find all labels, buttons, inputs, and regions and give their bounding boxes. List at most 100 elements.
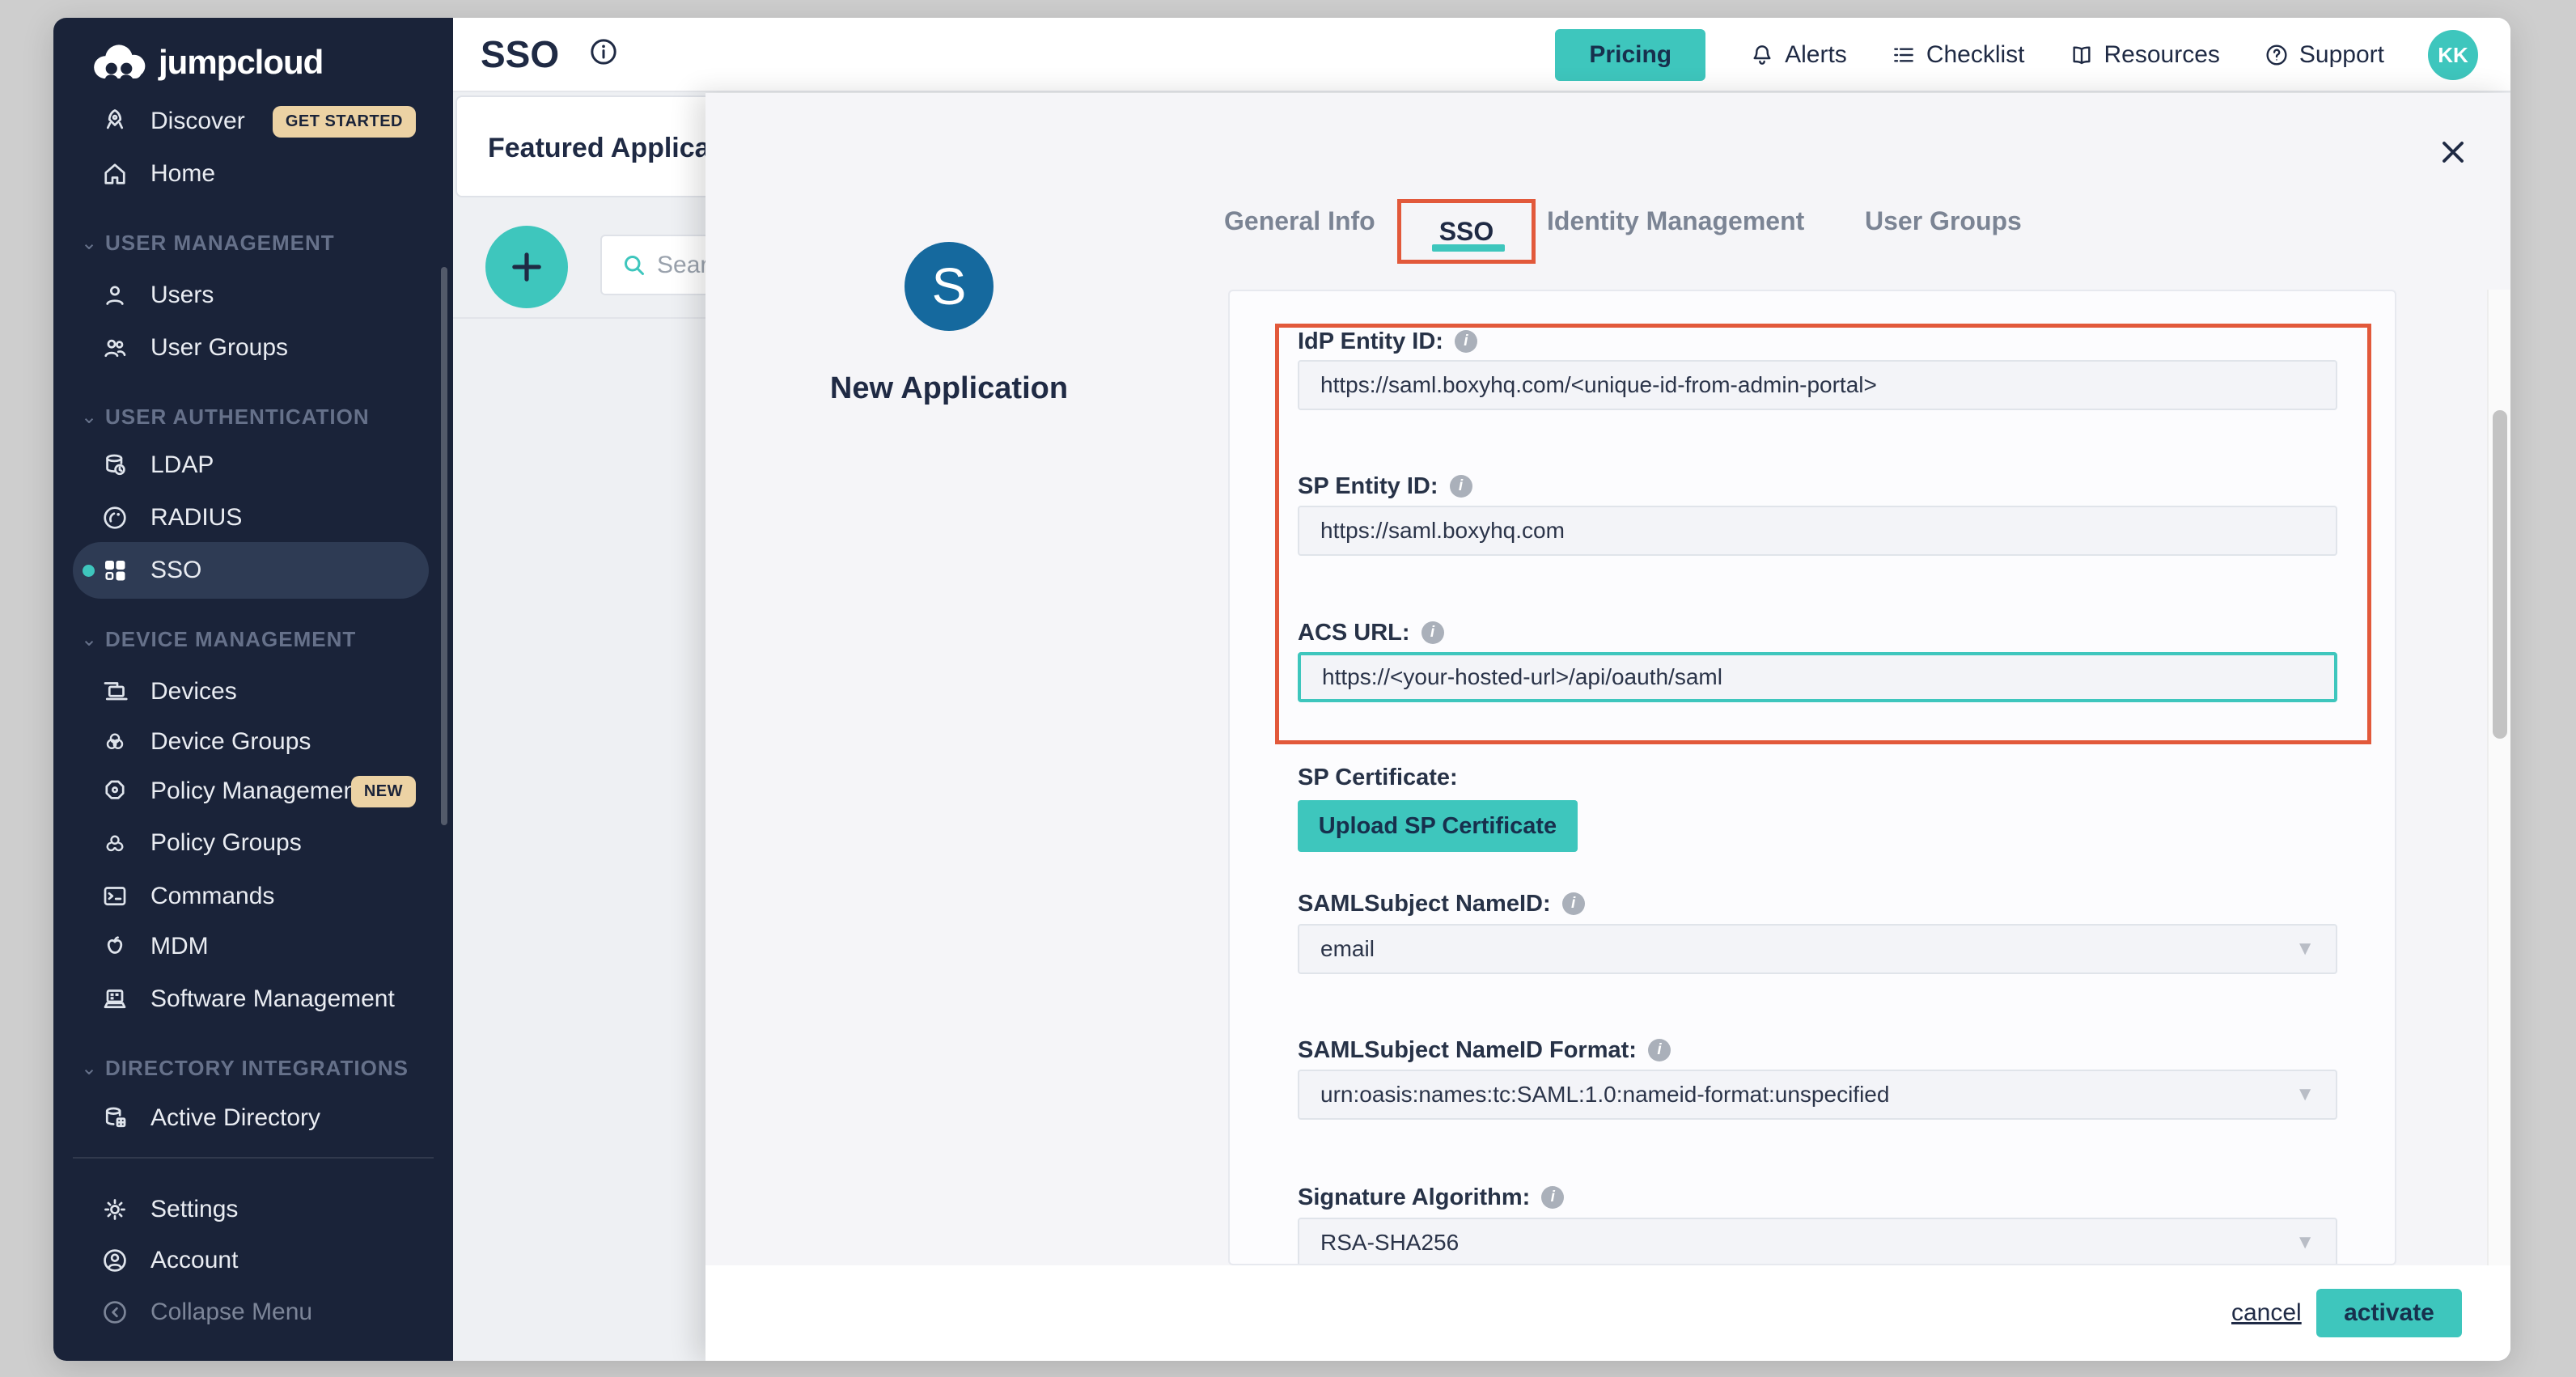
sidebar-item-label: SSO bbox=[150, 557, 201, 584]
idp-entity-id-input[interactable] bbox=[1298, 360, 2337, 410]
chevron-down-icon: ⌄ bbox=[81, 1057, 97, 1080]
top-header: SSO Pricing Alerts bbox=[453, 18, 2510, 92]
sidebar-item-label: Active Directory bbox=[150, 1104, 320, 1132]
sidebar-item-label: User Groups bbox=[150, 334, 288, 362]
tab-general-info[interactable]: General Info bbox=[1224, 206, 1375, 236]
sidebar-item-sso[interactable]: SSO bbox=[53, 544, 453, 596]
alerts-link[interactable]: Alerts bbox=[1749, 41, 1847, 69]
sidebar-section-user-authentication[interactable]: ⌄ USER AUTHENTICATION bbox=[53, 397, 453, 436]
sidebar-item-mdm[interactable]: MDM bbox=[53, 921, 453, 972]
nameid-format-select[interactable]: urn:oasis:names:tc:SAML:1.0:nameid-forma… bbox=[1298, 1070, 2337, 1120]
sidebar-scrollbar[interactable] bbox=[441, 267, 447, 825]
dropdown-caret-icon: ▼ bbox=[2295, 938, 2315, 960]
sso-tab-annotation-box: SSO bbox=[1397, 199, 1536, 264]
sidebar-item-collapse-menu[interactable]: Collapse Menu bbox=[53, 1286, 453, 1338]
sidebar-item-label: Collapse Menu bbox=[150, 1299, 312, 1326]
sidebar-item-label: RADIUS bbox=[150, 504, 242, 532]
sidebar-item-home[interactable]: Home bbox=[53, 148, 453, 200]
tab-user-groups[interactable]: User Groups bbox=[1865, 206, 2022, 236]
info-icon[interactable]: i bbox=[1421, 621, 1444, 644]
sidebar-item-label: MDM bbox=[150, 933, 209, 960]
active-directory-icon bbox=[100, 1104, 129, 1133]
policy-octagon-icon bbox=[100, 777, 129, 806]
info-icon[interactable]: i bbox=[1541, 1186, 1564, 1209]
sidebar-item-settings[interactable]: Settings bbox=[53, 1184, 453, 1235]
sidebar-item-user-groups[interactable]: User Groups bbox=[53, 322, 453, 374]
cancel-link[interactable]: cancel bbox=[2231, 1299, 2302, 1327]
close-icon[interactable] bbox=[2432, 131, 2474, 173]
sidebar-item-discover[interactable]: Discover GET STARTED bbox=[53, 95, 453, 147]
sidebar-item-label: Software Management bbox=[150, 985, 395, 1013]
sidebar-section-directory-integrations[interactable]: ⌄ DIRECTORY INTEGRATIONS bbox=[53, 1049, 453, 1087]
cloud-logo-icon bbox=[89, 42, 149, 83]
book-icon bbox=[2069, 42, 2095, 68]
user-icon bbox=[100, 281, 129, 310]
sidebar-item-label: LDAP bbox=[150, 451, 214, 479]
checklist-icon bbox=[1891, 42, 1917, 68]
modal-scrollbar-track[interactable] bbox=[2487, 290, 2510, 1265]
new-badge: NEW bbox=[351, 776, 416, 807]
tab-sso[interactable]: SSO bbox=[1439, 217, 1494, 247]
sidebar-item-devices[interactable]: Devices bbox=[53, 666, 453, 718]
acs-url-input[interactable] bbox=[1298, 652, 2337, 702]
apple-icon bbox=[100, 932, 129, 961]
sso-grid-icon bbox=[100, 556, 129, 585]
bell-icon bbox=[1749, 42, 1775, 68]
support-link[interactable]: Support bbox=[2264, 41, 2384, 69]
app-window: jumpcloud Discover GET STARTED Home ⌄ US… bbox=[53, 18, 2510, 1361]
sidebar-item-label: Account bbox=[150, 1247, 238, 1274]
devices-icon bbox=[100, 677, 129, 706]
resources-link[interactable]: Resources bbox=[2069, 41, 2220, 69]
policy-groups-icon bbox=[100, 828, 129, 858]
header-actions: Pricing Alerts Checklist bbox=[1555, 18, 2478, 92]
add-application-button[interactable] bbox=[485, 226, 568, 308]
tab-identity-management[interactable]: Identity Management bbox=[1547, 206, 1804, 236]
radius-icon bbox=[100, 503, 129, 532]
sidebar-section-device-management[interactable]: ⌄ DEVICE MANAGEMENT bbox=[53, 620, 453, 659]
sidebar-item-users[interactable]: Users bbox=[53, 269, 453, 321]
sp-entity-id-label-row: SP Entity ID: i bbox=[1298, 468, 1472, 504]
sidebar-item-ldap[interactable]: LDAP bbox=[53, 439, 453, 491]
toolbar-divider bbox=[453, 317, 710, 319]
info-icon[interactable]: i bbox=[1450, 475, 1472, 498]
sidebar-item-commands[interactable]: Commands bbox=[53, 871, 453, 922]
info-icon[interactable]: i bbox=[1455, 330, 1477, 353]
nameid-select[interactable]: email ▼ bbox=[1298, 924, 2337, 974]
new-application-modal: S New Application General Info SSO Ident… bbox=[705, 93, 2510, 1361]
signature-algorithm-label-row: Signature Algorithm: i bbox=[1298, 1180, 1564, 1215]
pricing-button[interactable]: Pricing bbox=[1555, 29, 1705, 81]
checklist-link[interactable]: Checklist bbox=[1891, 41, 2025, 69]
activate-button[interactable]: activate bbox=[2316, 1289, 2462, 1337]
signature-algorithm-select[interactable]: RSA-SHA256 ▼ bbox=[1298, 1218, 2337, 1265]
info-icon[interactable]: i bbox=[1562, 892, 1585, 915]
account-person-icon bbox=[100, 1246, 129, 1275]
chevron-down-icon: ⌄ bbox=[81, 628, 97, 651]
modal-scrollbar-thumb[interactable] bbox=[2493, 410, 2507, 739]
upload-sp-certificate-button[interactable]: Upload SP Certificate bbox=[1298, 800, 1578, 852]
user-group-icon bbox=[100, 333, 129, 362]
sidebar-item-device-groups[interactable]: Device Groups bbox=[53, 716, 453, 768]
gear-icon bbox=[100, 1195, 129, 1224]
sidebar: jumpcloud Discover GET STARTED Home ⌄ US… bbox=[53, 18, 453, 1361]
user-avatar[interactable]: KK bbox=[2428, 30, 2478, 80]
sidebar-item-label: Settings bbox=[150, 1196, 238, 1223]
sp-entity-id-input[interactable] bbox=[1298, 506, 2337, 556]
dropdown-caret-icon: ▼ bbox=[2295, 1231, 2315, 1254]
dropdown-caret-icon: ▼ bbox=[2295, 1083, 2315, 1106]
sidebar-item-radius[interactable]: RADIUS bbox=[53, 492, 453, 544]
sidebar-item-active-directory[interactable]: Active Directory bbox=[53, 1092, 453, 1144]
sidebar-item-policy-management[interactable]: Policy Management NEW bbox=[53, 765, 453, 817]
collapse-arrow-icon bbox=[100, 1298, 129, 1327]
info-icon[interactable] bbox=[587, 36, 620, 68]
sidebar-item-software-management[interactable]: Software Management bbox=[53, 973, 453, 1025]
sidebar-item-label: Users bbox=[150, 282, 214, 309]
sidebar-section-user-management[interactable]: ⌄ USER MANAGEMENT bbox=[53, 223, 453, 262]
info-icon[interactable]: i bbox=[1648, 1039, 1671, 1061]
sidebar-item-policy-groups[interactable]: Policy Groups bbox=[53, 817, 453, 869]
application-name: New Application bbox=[755, 371, 1143, 406]
jumpcloud-logo[interactable]: jumpcloud bbox=[89, 42, 323, 83]
sidebar-item-account[interactable]: Account bbox=[53, 1235, 453, 1286]
nameid-format-label-row: SAMLSubject NameID Format: i bbox=[1298, 1032, 1671, 1068]
logo-wordmark: jumpcloud bbox=[159, 43, 323, 82]
sso-settings-card: IdP Entity ID: i SP Entity ID: i ACS URL… bbox=[1228, 290, 2396, 1265]
